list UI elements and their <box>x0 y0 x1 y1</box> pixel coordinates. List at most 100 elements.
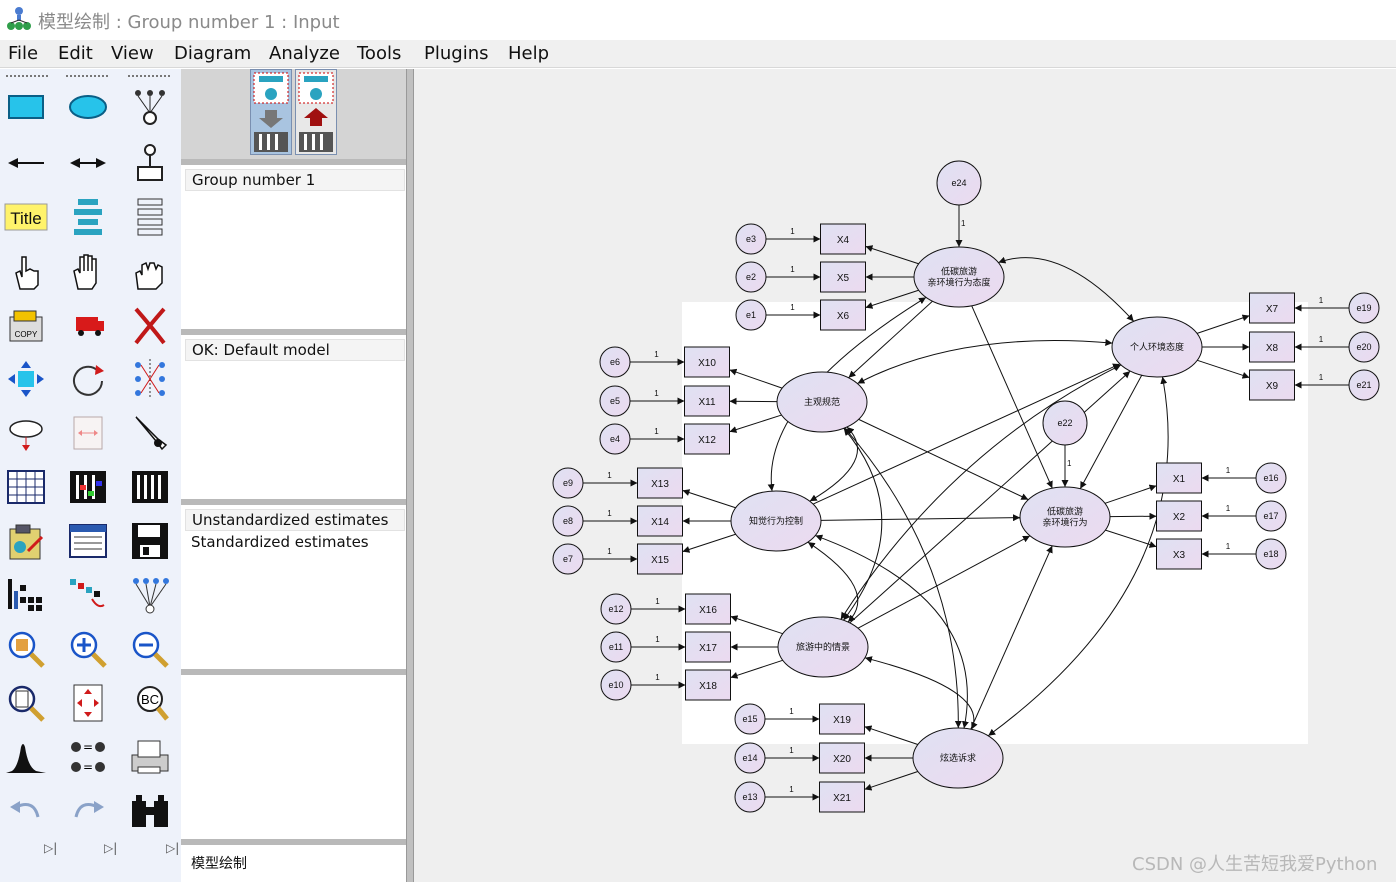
error-label: e15 <box>742 714 757 724</box>
menu-file[interactable]: File <box>8 43 38 64</box>
double-arrow-tool-icon[interactable] <box>66 141 110 185</box>
toolbox-separator <box>66 75 108 77</box>
rotate-icon[interactable] <box>66 357 110 401</box>
data-files-icon[interactable] <box>4 465 48 509</box>
erase-icon[interactable] <box>128 303 172 347</box>
disturbance-label: e22 <box>1057 418 1072 428</box>
view-toggle-bar <box>181 69 409 159</box>
zoom-area-icon[interactable] <box>4 627 48 671</box>
zoom-in-icon[interactable] <box>66 627 110 671</box>
menu-help[interactable]: Help <box>508 43 549 64</box>
shape-change-icon[interactable] <box>4 411 48 455</box>
unstandardized-estimates-option[interactable]: Unstandardized estimates <box>185 509 405 531</box>
latent-label: 主观规范 <box>804 396 840 408</box>
path-label: 1 <box>1226 542 1231 551</box>
error-label: e10 <box>608 680 623 690</box>
specification-search-icon[interactable] <box>128 789 172 833</box>
fit-to-page-icon[interactable] <box>66 681 110 725</box>
scroll-icon[interactable] <box>66 411 110 455</box>
bayesian-icon[interactable] <box>4 735 48 779</box>
path-label: 1 <box>790 227 795 236</box>
menu-edit[interactable]: Edit <box>58 43 93 64</box>
app-icon <box>6 6 32 32</box>
loading-arrow <box>865 772 918 790</box>
view-text-icon[interactable] <box>4 519 48 563</box>
path-label: 1 <box>654 427 659 436</box>
observed-label: X19 <box>833 715 851 726</box>
error-label: e8 <box>563 516 573 526</box>
analysis-properties-icon[interactable] <box>66 465 110 509</box>
zoom-out-icon[interactable] <box>128 627 172 671</box>
latent-label: 个人环境态度 <box>1130 341 1184 353</box>
path-label: 1 <box>790 303 795 312</box>
toolbox-separator <box>128 75 170 77</box>
drag-properties-icon[interactable] <box>66 573 110 617</box>
standardized-estimates-option[interactable]: Standardized estimates <box>181 531 409 553</box>
diagram-canvas[interactable]: 11111111111111111111111低碳旅游亲环境行为态度个人环境态度… <box>414 69 1396 882</box>
error-label: e9 <box>563 478 573 488</box>
single-arrow-tool-icon[interactable] <box>4 141 48 185</box>
menu-tools[interactable]: Tools <box>357 43 401 64</box>
view-output-icon[interactable] <box>66 519 110 563</box>
path-label: 1 <box>655 597 660 606</box>
move-icon[interactable] <box>66 303 110 347</box>
menu-bar: File Edit View Diagram Analyze Tools Plu… <box>0 40 1396 68</box>
output-path-diagram-icon <box>296 70 336 154</box>
menu-analyze[interactable]: Analyze <box>269 43 340 64</box>
side-panel: Group number 1 OK: Default model Unstand… <box>181 69 409 882</box>
path-label: 1 <box>790 265 795 274</box>
group-item[interactable]: Group number 1 <box>185 169 405 191</box>
multiple-group-icon[interactable]: == <box>66 735 110 779</box>
calculate-estimates-icon[interactable] <box>128 465 172 509</box>
error-label: e1 <box>746 310 756 320</box>
path-label: 1 <box>1226 504 1231 513</box>
ellipse-tool-icon[interactable] <box>66 85 110 129</box>
error-label: e5 <box>610 396 620 406</box>
observed-label: X16 <box>699 605 717 616</box>
toolbox-expand-icon[interactable]: ▷| <box>104 841 117 855</box>
path-label: 1 <box>654 350 659 359</box>
rectangle-tool-icon[interactable] <box>4 85 48 129</box>
preserve-symmetries-icon[interactable] <box>128 573 172 617</box>
deselect-all-icon[interactable] <box>128 249 172 293</box>
observed-label: X9 <box>1266 381 1279 392</box>
menu-diagram[interactable]: Diagram <box>174 43 251 64</box>
select-one-icon[interactable] <box>4 249 48 293</box>
path-label: 1 <box>1319 296 1324 305</box>
move-params-icon[interactable] <box>4 357 48 401</box>
toolbox-expand-icon[interactable]: ▷| <box>166 841 179 855</box>
error-label: e7 <box>563 554 573 564</box>
model-item[interactable]: OK: Default model <box>185 339 405 361</box>
indicator-tool-icon[interactable] <box>128 85 172 129</box>
title-tool-icon[interactable]: Title <box>4 195 48 239</box>
view-input-button[interactable] <box>250 69 292 155</box>
list-data-variables-icon[interactable] <box>128 195 172 239</box>
file-item[interactable]: 模型绘制 <box>181 845 409 875</box>
watermark: CSDN @人生苦短我爱Python <box>1132 850 1377 876</box>
undo-icon[interactable] <box>4 789 48 833</box>
menu-plugins[interactable]: Plugins <box>424 43 488 64</box>
files-panel: 模型绘制 <box>181 839 409 882</box>
svg-text:COPY: COPY <box>15 330 38 339</box>
reflect-icon[interactable] <box>128 357 172 401</box>
latent-label: 低碳旅游 <box>941 266 977 278</box>
view-output-button[interactable] <box>295 69 337 155</box>
duplicate-icon[interactable]: COPY <box>4 303 48 347</box>
unique-variable-tool-icon[interactable] <box>128 141 172 185</box>
path-label: 1 <box>1319 373 1324 382</box>
panel-splitter[interactable] <box>406 69 414 882</box>
loupe-icon[interactable]: BC <box>128 681 172 725</box>
toolbox-expand-icon[interactable]: ▷| <box>44 841 57 855</box>
touch-up-icon[interactable] <box>128 411 172 455</box>
save-icon[interactable] <box>128 519 172 563</box>
error-label: e19 <box>1356 303 1371 313</box>
object-properties-icon[interactable] <box>4 573 48 617</box>
observed-label: X1 <box>1173 474 1186 485</box>
print-icon[interactable] <box>128 735 172 779</box>
list-variables-icon[interactable] <box>66 195 110 239</box>
redo-icon[interactable] <box>66 789 110 833</box>
zoom-page-icon[interactable] <box>4 681 48 725</box>
menu-view[interactable]: View <box>111 43 154 64</box>
models-panel: OK: Default model <box>181 329 409 499</box>
select-all-icon[interactable] <box>66 249 110 293</box>
